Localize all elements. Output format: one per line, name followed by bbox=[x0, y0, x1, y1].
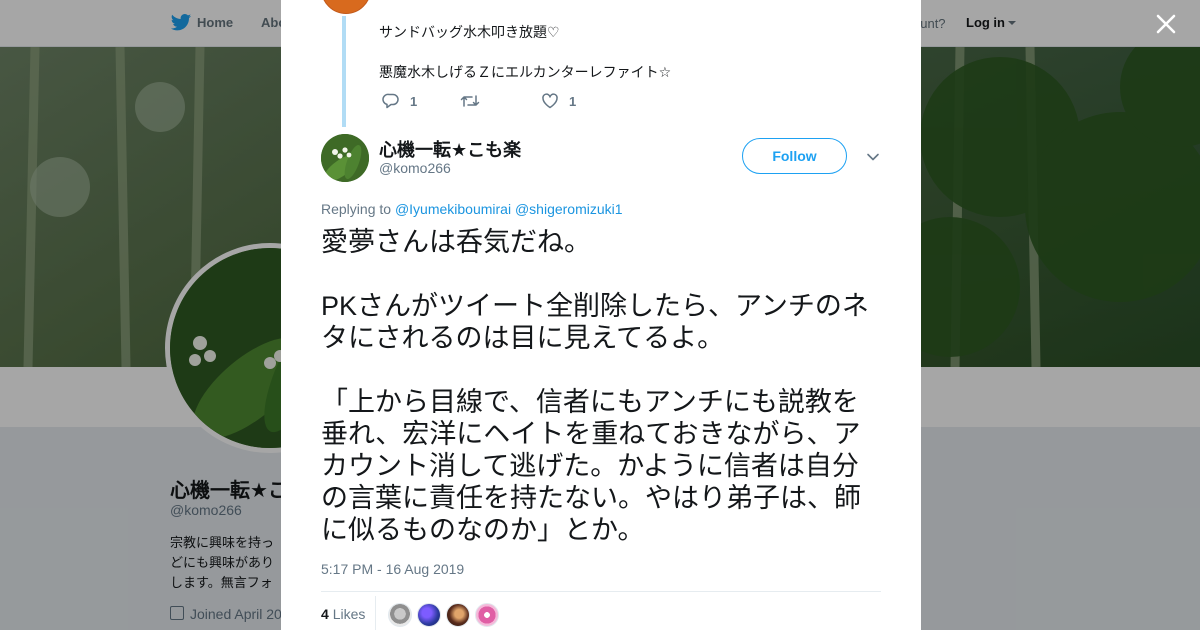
follow-button[interactable]: Follow bbox=[742, 138, 847, 174]
tweet-timestamp[interactable]: 5:17 PM - 16 Aug 2019 bbox=[321, 561, 464, 577]
like-count: 1 bbox=[569, 94, 577, 109]
replying-prefix: Replying to bbox=[321, 201, 395, 217]
liker-avatar[interactable] bbox=[475, 603, 499, 627]
previous-tweet-text-line: サンドバッグ水木叩き放題♡ bbox=[379, 24, 560, 40]
liker-avatar[interactable] bbox=[446, 603, 470, 627]
like-icon[interactable] bbox=[541, 92, 559, 110]
chevron-down-icon[interactable] bbox=[866, 150, 880, 164]
liker-avatar[interactable] bbox=[417, 603, 441, 627]
previous-tweet-text-line: 悪魔水木しげるＺにエルカンターレファイト☆ bbox=[379, 64, 672, 80]
author-handle[interactable]: @komo266 bbox=[379, 160, 451, 176]
author-avatar[interactable] bbox=[321, 134, 369, 182]
thread-connector-line bbox=[342, 16, 346, 127]
likes-number: 4 bbox=[321, 606, 329, 622]
retweet-icon[interactable] bbox=[460, 92, 480, 110]
author-name[interactable]: 心機一転★こも楽 bbox=[379, 136, 521, 162]
reply-icon[interactable] bbox=[382, 92, 400, 110]
replying-to: Replying to @Iyumekiboumirai @shigeromiz… bbox=[321, 201, 623, 217]
liker-avatar[interactable] bbox=[388, 603, 412, 627]
tweet-modal: サンドバッグ水木叩き放題♡ 悪魔水木しげるＺにエルカンターレファイト☆ 1 1 … bbox=[281, 0, 921, 630]
mention-link[interactable]: @shigeromizuki1 bbox=[515, 201, 623, 217]
likes-stat[interactable]: 4 Likes bbox=[321, 606, 365, 622]
likes-label: Likes bbox=[332, 606, 366, 622]
previous-tweet-avatar[interactable] bbox=[321, 0, 371, 14]
tweet-text: 愛夢さんは呑気だね。 PKさんがツイート全削除したら、アンチのネタにされるのは目… bbox=[321, 227, 869, 545]
reply-count: 1 bbox=[410, 94, 418, 109]
close-icon[interactable] bbox=[1155, 13, 1177, 35]
mention-link[interactable]: @Iyumekiboumirai bbox=[395, 201, 511, 217]
divider bbox=[375, 596, 376, 630]
divider bbox=[321, 591, 881, 592]
